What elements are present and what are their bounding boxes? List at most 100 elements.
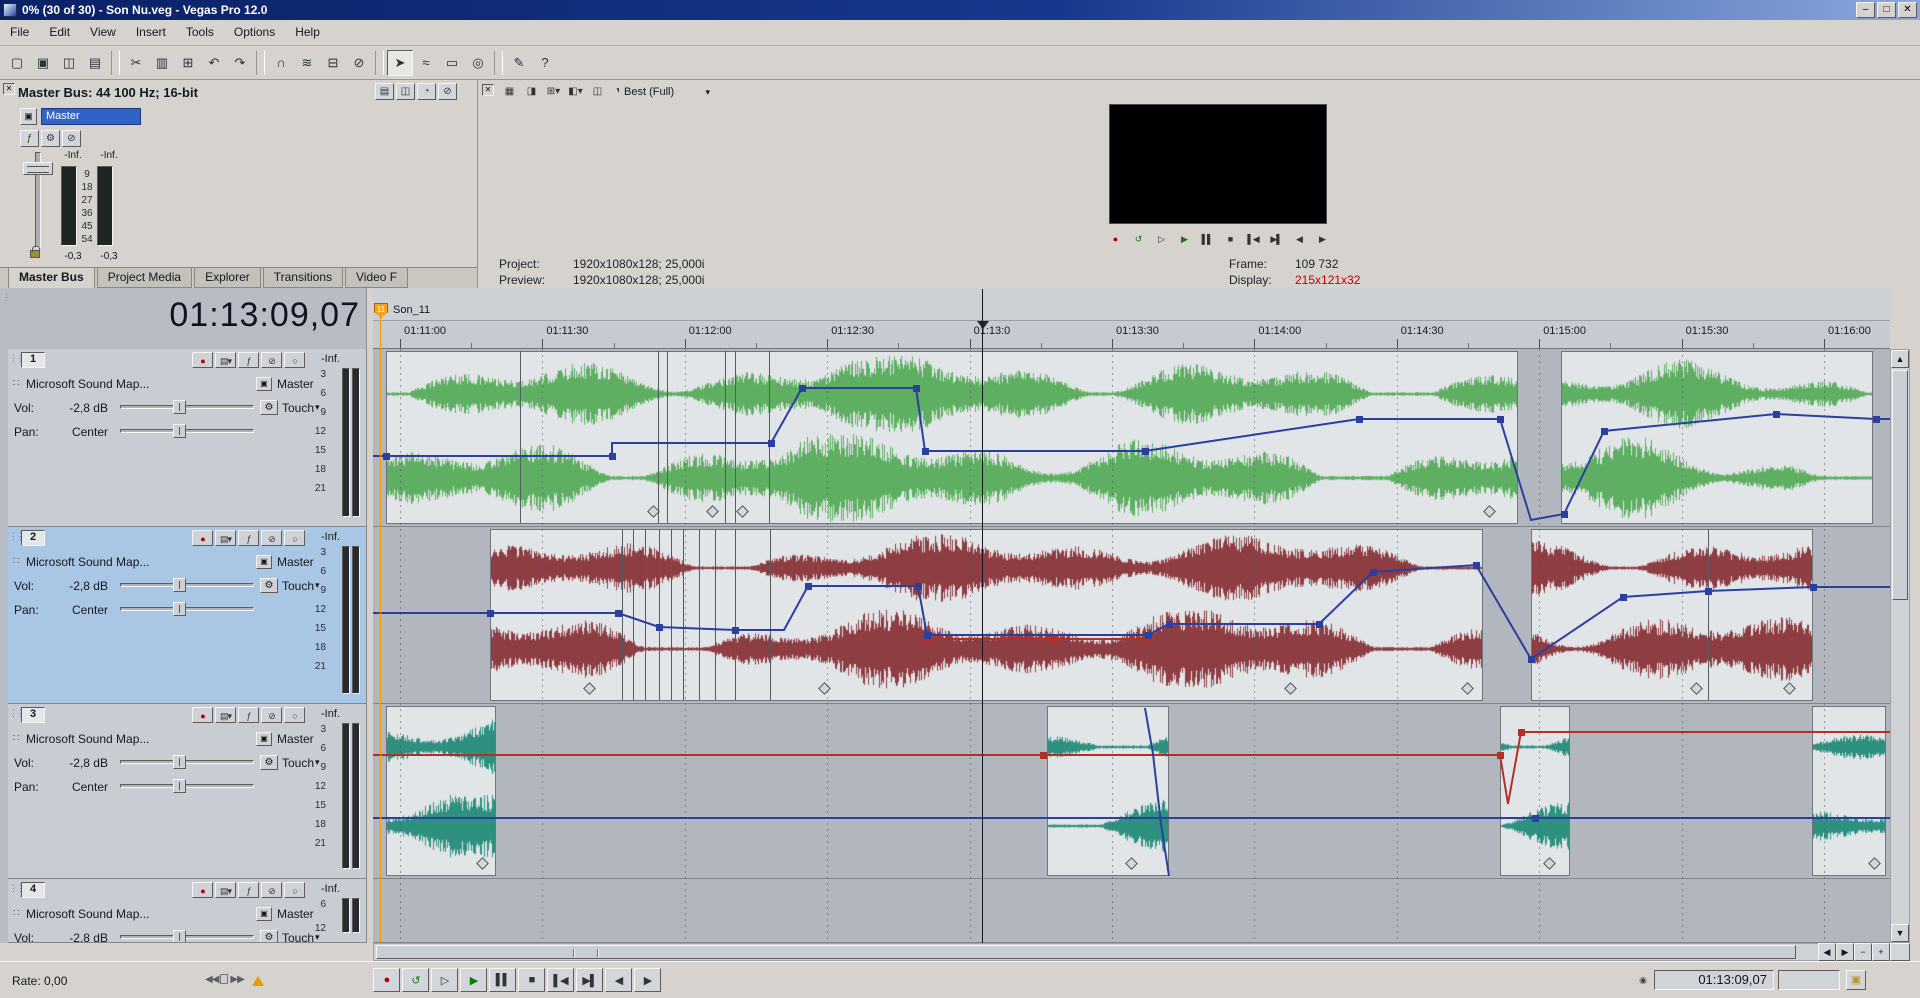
track-lane-3[interactable] [373, 704, 1890, 879]
copy-snapshot-button[interactable]: ◫ [588, 83, 607, 100]
timeline-timecode[interactable]: 01:13:09,07 [30, 296, 360, 335]
next-frame-button[interactable]: ▶ [634, 968, 661, 992]
track-mute-button[interactable]: ⊘ [261, 530, 282, 546]
auto-ripple-button[interactable]: ≋ [294, 50, 320, 76]
close-panel-icon[interactable]: ✕ [482, 84, 494, 96]
marker-bar[interactable] [373, 288, 1890, 321]
maximize-button[interactable]: □ [1877, 2, 1896, 18]
volume-slider[interactable] [120, 760, 254, 764]
zoom-out-time-button[interactable]: − [1854, 943, 1872, 961]
playhead-handle[interactable] [977, 321, 989, 329]
automation-mode-caret[interactable]: ▾ [315, 402, 320, 413]
loop-playback-button[interactable]: ↺ [402, 968, 429, 992]
volume-slider-thumb[interactable] [173, 578, 186, 592]
prev-frame-button[interactable]: ◀ [1288, 230, 1310, 248]
project-video-properties-button[interactable]: ▦ [500, 83, 519, 100]
scroll-left-button[interactable]: ◀ [1818, 943, 1836, 961]
menu-item-tools[interactable]: Tools [176, 20, 224, 45]
envelope-node[interactable] [1040, 752, 1047, 759]
track-automation-settings-button[interactable]: ▤▾ [215, 882, 236, 898]
play-button[interactable]: ▶ [1173, 230, 1195, 248]
scroll-right-button[interactable]: ▶ [1836, 943, 1854, 961]
undo-button[interactable]: ↶ [201, 50, 227, 76]
play-from-start-button[interactable]: ▷ [1150, 230, 1172, 248]
track-track-fx-button[interactable]: ƒ [238, 352, 259, 368]
scrub-knob[interactable] [220, 974, 228, 984]
scrub-control[interactable]: ◀◀▶▶ [205, 974, 244, 985]
open-project-button[interactable]: ▣ [30, 50, 56, 76]
track-header-1[interactable]: ⋮⋮1●▤▾ƒ⊘○-Inf.∷Microsoft Sound Map...▣Ma… [8, 349, 367, 527]
automation-device-button[interactable]: ⚙ [260, 755, 278, 770]
bus-properties-button[interactable]: ▤ [375, 83, 394, 100]
dim-output-button[interactable]: ◔ [417, 83, 436, 100]
selection-length-box[interactable] [1778, 970, 1840, 990]
pan-slider-thumb[interactable] [173, 602, 186, 616]
volume-slider[interactable] [120, 583, 254, 587]
track-arm-for-record-button[interactable]: ● [192, 352, 213, 368]
record-button[interactable]: ● [1104, 230, 1126, 248]
track-automation-settings-button[interactable]: ▤▾ [215, 707, 236, 723]
track-arm-for-record-button[interactable]: ● [192, 707, 213, 723]
track-mute-button[interactable]: ⊘ [261, 882, 282, 898]
menu-item-options[interactable]: Options [224, 20, 285, 45]
track-track-fx-button[interactable]: ƒ [238, 882, 259, 898]
selection-edit-tool-button[interactable]: ▭ [439, 50, 465, 76]
volume-slider-thumb[interactable] [173, 400, 186, 414]
paste-button[interactable]: ⊞ [175, 50, 201, 76]
zoom-grip[interactable] [597, 949, 599, 957]
scrollbar-thumb[interactable] [1892, 370, 1908, 600]
audio-event[interactable] [1531, 529, 1813, 701]
audio-event[interactable] [1047, 706, 1169, 876]
video-overlays-button[interactable]: ⊞▾ [544, 83, 563, 100]
pan-slider-thumb[interactable] [173, 424, 186, 438]
volume-slider[interactable] [120, 405, 254, 409]
next-frame-button[interactable]: ▶ [1311, 230, 1333, 248]
tab-transitions[interactable]: Transitions [263, 268, 343, 288]
volume-slider-thumb[interactable] [173, 755, 186, 769]
track-solo-button[interactable]: ○ [284, 530, 305, 546]
cut-button[interactable]: ✂ [123, 50, 149, 76]
bus-assignment-button[interactable]: ▣ [256, 377, 272, 391]
redo-button[interactable]: ↷ [227, 50, 253, 76]
track-lane-4[interactable] [373, 879, 1890, 943]
automation-device-button[interactable]: ⚙ [260, 578, 278, 593]
downmix-output-button[interactable]: ◫ [396, 83, 415, 100]
track-track-fx-button[interactable]: ƒ [238, 530, 259, 546]
pan-slider[interactable] [120, 607, 254, 611]
track-solo-button[interactable]: ○ [284, 882, 305, 898]
copy-button[interactable]: ▥ [149, 50, 175, 76]
go-to-start-button[interactable]: ▌◀ [1242, 230, 1264, 248]
save-project-button[interactable]: ◫ [56, 50, 82, 76]
lock-envelopes-button[interactable]: ⊟ [320, 50, 346, 76]
track-lane-1[interactable] [373, 349, 1890, 527]
record-button[interactable]: ● [373, 968, 400, 992]
menu-item-insert[interactable]: Insert [126, 20, 176, 45]
timeline-vertical-scrollbar[interactable]: ▲ ▼ [1890, 349, 1910, 943]
scroll-down-button[interactable]: ▼ [1891, 924, 1909, 942]
track-automation-settings-button[interactable]: ▤▾ [215, 530, 236, 546]
menu-item-edit[interactable]: Edit [39, 20, 80, 45]
preview-quality-dropdown[interactable]: Best (Full) ▾ [619, 83, 715, 101]
media-icon[interactable]: ▣ [1846, 970, 1866, 990]
whats-this-help-button[interactable]: ? [532, 50, 558, 76]
close-button[interactable]: ✕ [1898, 2, 1917, 18]
track-arm-for-record-button[interactable]: ● [192, 882, 213, 898]
track-lane-2[interactable] [373, 527, 1890, 704]
tab-explorer[interactable]: Explorer [194, 268, 261, 288]
timeline-horizontal-scrollbar[interactable]: ◀ ▶ − + [373, 943, 1890, 961]
menu-item-view[interactable]: View [80, 20, 126, 45]
minimize-button[interactable]: – [1856, 2, 1875, 18]
audio-event[interactable] [386, 351, 1518, 524]
menu-item-file[interactable]: File [0, 20, 39, 45]
track-header-3[interactable]: ⋮⋮3●▤▾ƒ⊘○-Inf.∷Microsoft Sound Map...▣Ma… [8, 704, 367, 879]
tab-project-media[interactable]: Project Media [97, 268, 192, 288]
automation-device-button[interactable]: ⚙ [260, 400, 278, 415]
bus-fx-button[interactable]: ƒ [20, 130, 39, 147]
track-header-2[interactable]: ⋮⋮2●▤▾ƒ⊘○-Inf.∷Microsoft Sound Map...▣Ma… [8, 527, 367, 704]
bus-assignment-button[interactable]: ▣ [256, 555, 272, 569]
cursor-timecode[interactable]: 01:13:09,07 [1654, 970, 1774, 990]
mute-output-button[interactable]: ⊘ [438, 83, 457, 100]
mute-button[interactable]: ⊘ [62, 130, 81, 147]
pause-button[interactable]: ▌▌ [1196, 230, 1218, 248]
prev-frame-button[interactable]: ◀ [605, 968, 632, 992]
